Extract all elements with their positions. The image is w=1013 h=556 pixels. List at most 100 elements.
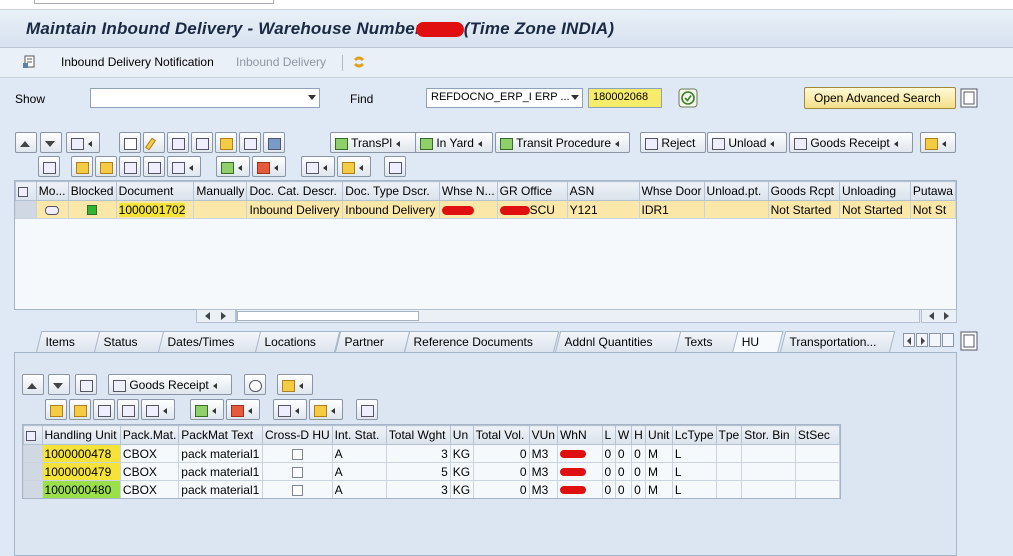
tab-transportation[interactable]: Transportation... bbox=[780, 331, 896, 352]
column-header[interactable]: L bbox=[601, 425, 616, 445]
column-header[interactable]: Handling Unit bbox=[41, 425, 121, 445]
column-header[interactable]: LcType bbox=[671, 425, 717, 445]
sort-ascending-button[interactable] bbox=[45, 399, 67, 420]
scroll-left-icon[interactable] bbox=[929, 312, 934, 320]
panel-layout-icon[interactable] bbox=[960, 331, 978, 351]
column-header[interactable]: Pack.Mat. bbox=[119, 425, 180, 445]
find-value-input[interactable]: 180002068 bbox=[588, 88, 662, 108]
goods-receipt-button[interactable]: Goods Receipt bbox=[789, 132, 913, 153]
new-document-button[interactable] bbox=[119, 132, 141, 153]
column-header[interactable]: Manually bbox=[193, 181, 248, 201]
tab-addnl-quantities[interactable]: Addnl Quantities bbox=[555, 331, 686, 352]
filter-button[interactable] bbox=[141, 399, 175, 420]
move-down-button[interactable] bbox=[40, 132, 62, 153]
column-header[interactable]: Unit bbox=[645, 425, 673, 445]
column-header[interactable]: Doc. Type Dscr. bbox=[342, 181, 440, 201]
column-header[interactable]: VUn bbox=[528, 425, 558, 445]
sort-ascending-button[interactable] bbox=[71, 156, 93, 177]
column-header[interactable]: StSec bbox=[794, 425, 840, 445]
cross-dock-checkbox[interactable] bbox=[291, 466, 303, 478]
scroll-right-icon[interactable] bbox=[221, 312, 226, 320]
select-all-header[interactable] bbox=[23, 425, 43, 445]
handling-unit-cell[interactable]: 1000000479 bbox=[41, 462, 121, 481]
column-header[interactable]: Doc. Cat. Descr. bbox=[246, 181, 344, 201]
column-header[interactable]: Stor. Bin bbox=[741, 425, 796, 445]
inbound-delivery-notification-link[interactable]: Inbound Delivery Notification bbox=[61, 55, 214, 69]
command-field[interactable] bbox=[34, 0, 274, 4]
tab-next-button[interactable] bbox=[916, 333, 928, 347]
column-header[interactable]: ASN bbox=[566, 181, 640, 201]
subtotal-button[interactable] bbox=[252, 156, 286, 177]
transpl-button[interactable]: TransPl bbox=[330, 132, 428, 153]
column-header[interactable]: Document bbox=[115, 181, 195, 201]
export-button[interactable] bbox=[273, 399, 307, 420]
tab-dates-times[interactable]: Dates/Times bbox=[158, 331, 264, 352]
row-selector[interactable] bbox=[23, 480, 43, 498]
reject-button[interactable]: Reject bbox=[640, 132, 706, 153]
scroll-right-icon[interactable] bbox=[944, 312, 949, 320]
row-selector[interactable] bbox=[23, 462, 43, 481]
find-next-button[interactable] bbox=[117, 399, 139, 420]
cross-dock-checkbox[interactable] bbox=[291, 448, 303, 460]
column-header[interactable]: Total Vol. bbox=[472, 425, 530, 445]
transit-procedure-button[interactable]: Transit Procedure bbox=[495, 132, 630, 153]
table-row[interactable]: 1000000480 CBOX pack material1 A 3 KG 0 … bbox=[23, 480, 840, 498]
column-header[interactable]: Unload.pt. bbox=[703, 181, 769, 201]
find-in-grid-button[interactable] bbox=[38, 156, 60, 177]
print-preview-button[interactable] bbox=[384, 156, 406, 177]
layout-button[interactable] bbox=[337, 156, 371, 177]
tab-reference-documents[interactable]: Reference Documents bbox=[404, 331, 560, 352]
find-button[interactable] bbox=[93, 399, 115, 420]
delete-button[interactable] bbox=[191, 132, 213, 153]
details-menu-button[interactable] bbox=[66, 132, 100, 153]
refresh-button[interactable] bbox=[239, 132, 261, 153]
column-header[interactable]: Mo... bbox=[35, 181, 69, 201]
column-header[interactable]: WhN bbox=[556, 425, 603, 445]
print-preview-button[interactable] bbox=[356, 399, 378, 420]
select-all-header[interactable] bbox=[15, 181, 37, 201]
tab-partner[interactable]: Partner bbox=[335, 331, 411, 352]
lock-button[interactable] bbox=[215, 132, 237, 153]
row-selector[interactable] bbox=[15, 200, 37, 219]
hu-move-down-button[interactable] bbox=[48, 374, 70, 395]
document-cell[interactable]: 1000001702 bbox=[115, 200, 195, 219]
scroll-left-icon[interactable] bbox=[205, 312, 210, 320]
left-pane-scrollbar[interactable] bbox=[196, 309, 236, 323]
sum-button[interactable] bbox=[190, 399, 224, 420]
right-pane-scrollbar[interactable] bbox=[921, 309, 957, 323]
tab-locations[interactable]: Locations bbox=[255, 331, 341, 352]
hu-goods-receipt-button[interactable]: Goods Receipt bbox=[108, 374, 232, 395]
sum-button[interactable] bbox=[216, 156, 250, 177]
column-header[interactable]: Putawa bbox=[909, 181, 956, 201]
column-header[interactable]: Tpe bbox=[715, 425, 743, 445]
find-field-dropdown[interactable]: REFDOCNO_ERP_I ERP ... bbox=[426, 88, 583, 108]
hu-clock-button[interactable] bbox=[244, 374, 266, 395]
find-next-button[interactable] bbox=[143, 156, 165, 177]
tab-list-button[interactable] bbox=[929, 333, 941, 347]
subtotal-button[interactable] bbox=[226, 399, 260, 420]
export-button[interactable] bbox=[301, 156, 335, 177]
table-row[interactable]: 1000001702 Inbound Delivery Inbound Deli… bbox=[15, 200, 956, 219]
unload-button[interactable]: Unload bbox=[707, 132, 787, 153]
open-advanced-search-button[interactable]: Open Advanced Search bbox=[804, 87, 956, 109]
column-header[interactable]: Un bbox=[449, 425, 474, 445]
cross-dock-checkbox[interactable] bbox=[291, 484, 303, 496]
handling-unit-cell[interactable]: 1000000478 bbox=[41, 444, 121, 463]
show-dropdown[interactable] bbox=[90, 88, 320, 108]
layout-button[interactable] bbox=[309, 399, 343, 420]
hu-details-button[interactable] bbox=[75, 374, 97, 395]
display-icon-cell[interactable] bbox=[35, 200, 69, 219]
tab-menu-button[interactable] bbox=[942, 333, 954, 347]
save-button[interactable] bbox=[263, 132, 285, 153]
hu-print-menu-button[interactable] bbox=[277, 374, 313, 395]
column-header[interactable]: Total Wght bbox=[385, 425, 451, 445]
execute-search-icon[interactable] bbox=[678, 88, 698, 108]
column-header[interactable]: Cross-D HU bbox=[261, 425, 333, 445]
column-header[interactable]: Whse N... bbox=[438, 181, 498, 201]
layout-icon[interactable] bbox=[960, 88, 978, 108]
handling-unit-cell[interactable]: 1000000480 bbox=[41, 480, 121, 498]
table-row[interactable]: 1000000478 CBOX pack material1 A 3 KG 0 … bbox=[23, 444, 840, 463]
column-header[interactable]: Blocked bbox=[67, 181, 117, 201]
horizontal-scrollbar[interactable] bbox=[236, 309, 920, 323]
refresh-icon[interactable] bbox=[351, 54, 367, 70]
